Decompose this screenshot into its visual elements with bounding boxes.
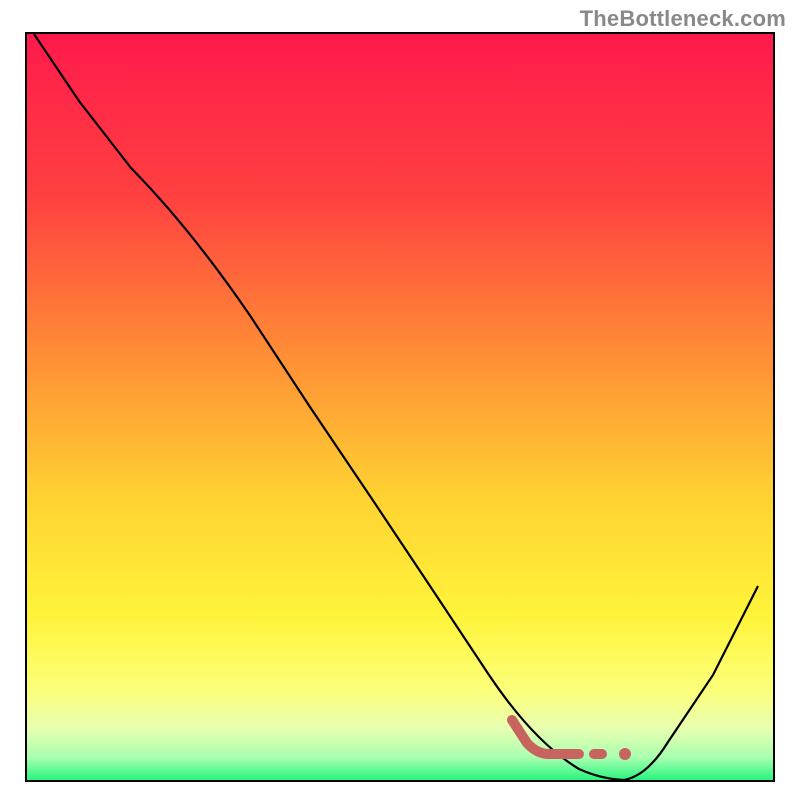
main-curve [34, 34, 758, 780]
highlight-dot [619, 748, 631, 760]
highlight-dash [589, 749, 607, 759]
watermark-text: TheBottleneck.com [580, 6, 786, 32]
chart-frame [25, 32, 775, 782]
highlight-segment [512, 720, 579, 754]
chart-curve-layer [27, 34, 773, 780]
